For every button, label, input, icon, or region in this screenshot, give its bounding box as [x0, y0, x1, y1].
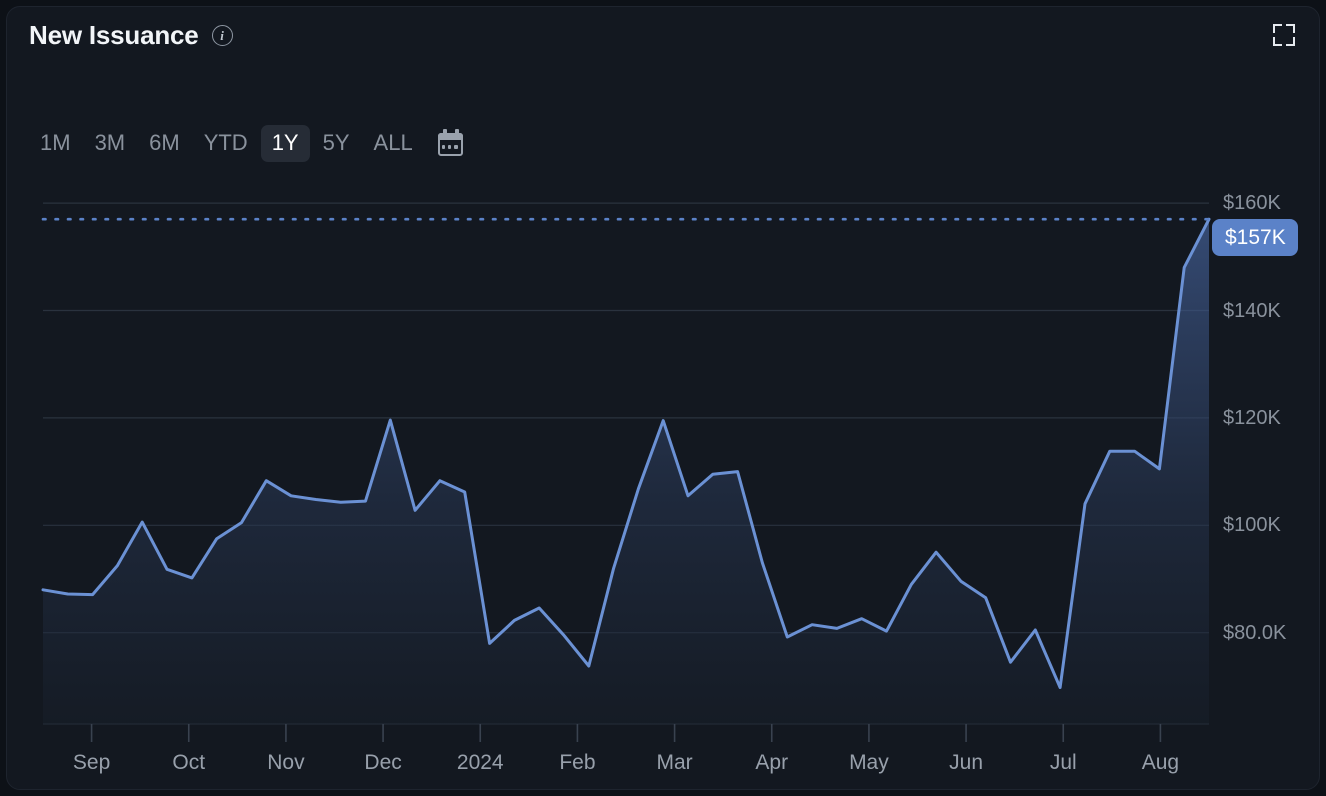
y-axis-label: $140K [1223, 299, 1281, 322]
fullscreen-expand-icon[interactable] [1271, 22, 1297, 48]
range-button-6m[interactable]: 6M [138, 125, 191, 162]
y-axis-label: $120K [1223, 406, 1281, 429]
corner-tr [1286, 24, 1295, 33]
corner-bl [1273, 37, 1282, 46]
calendar-dots [441, 145, 458, 149]
time-range-selector: 1M 3M 6M YTD 1Y 5Y ALL [29, 125, 466, 162]
y-axis-label: $80.0K [1223, 621, 1287, 644]
range-button-1m[interactable]: 1M [29, 125, 82, 162]
card-header: New Issuance i [7, 7, 1319, 63]
calendar-picker-icon[interactable] [436, 128, 466, 158]
x-axis-label: Mar [656, 751, 693, 774]
current-price-badge: $157K [1212, 219, 1298, 257]
new-issuance-chart-card: New Issuance i 1M 3M 6M YTD 1Y 5Y ALL $1… [6, 6, 1320, 790]
range-button-1y[interactable]: 1Y [260, 125, 310, 162]
title-group: New Issuance i [29, 20, 233, 51]
x-axis-label: 2024 [456, 751, 504, 774]
calendar-header-bar [437, 133, 463, 141]
info-circle-icon[interactable]: i [211, 24, 233, 46]
y-axis-label: $100K [1223, 514, 1281, 537]
corner-br [1286, 37, 1295, 46]
x-axis-label: Apr [755, 751, 789, 774]
x-axis-label: Nov [267, 751, 305, 774]
x-axis-label: May [849, 751, 889, 774]
x-axis-label: Feb [559, 751, 596, 774]
x-axis-label: Sep [72, 751, 111, 774]
page-title: New Issuance [29, 19, 199, 50]
x-axis-label: Jul [1049, 751, 1077, 774]
range-button-ytd[interactable]: YTD [193, 125, 259, 162]
y-axis-label: $160K [1223, 192, 1281, 215]
x-axis-label: Oct [172, 751, 206, 774]
x-axis-label: Jun [949, 751, 984, 774]
issuance-area-chart[interactable] [7, 187, 1320, 790]
range-button-3m[interactable]: 3M [84, 125, 137, 162]
x-axis-label: Dec [364, 751, 402, 774]
corner-tl [1273, 24, 1282, 33]
range-button-5y[interactable]: 5Y [312, 125, 361, 162]
chart-area: Messari [7, 187, 1320, 790]
x-axis-label: Aug [1141, 751, 1180, 774]
range-button-all[interactable]: ALL [363, 125, 424, 162]
